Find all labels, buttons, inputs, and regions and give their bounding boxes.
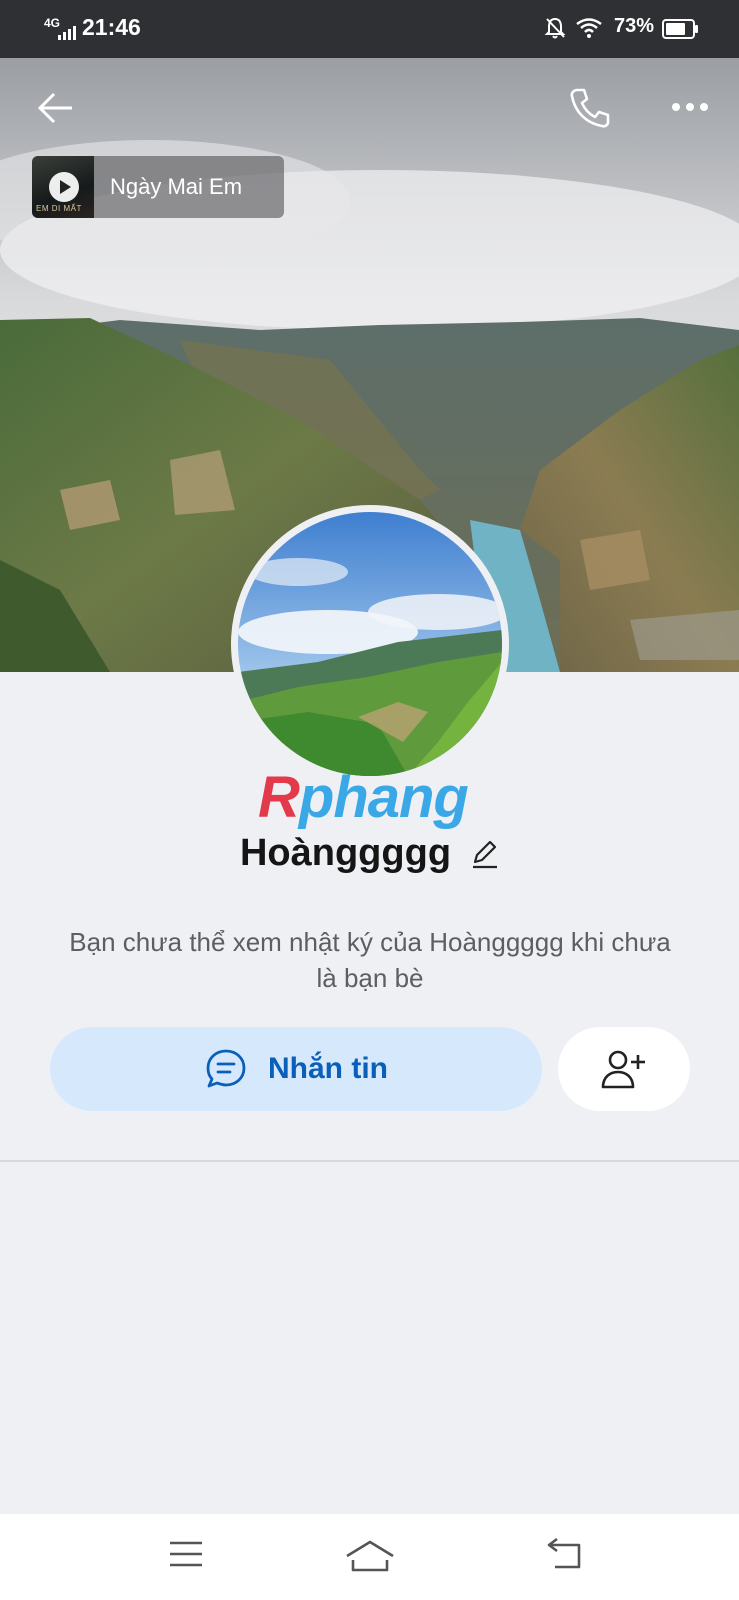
more-button[interactable] [670,94,710,120]
section-divider [0,1160,739,1162]
clock: 21:46 [82,14,141,40]
watermark-logo: Rphang [258,765,469,830]
profile-name-row: Hoànggggg [0,832,739,875]
status-bar: 4G 21:46 73% [0,0,739,58]
profile-name: Hoànggggg [239,832,452,874]
home-icon[interactable] [345,1538,395,1574]
battery-icon [662,19,698,39]
message-button[interactable]: Nhắn tin [50,1027,542,1111]
back-button[interactable] [36,88,76,128]
back-arrow-icon [37,92,72,124]
add-friend-button[interactable] [558,1027,690,1111]
music-cover: EM DI MẤT [32,156,94,218]
more-icon [672,103,708,111]
edit-icon[interactable] [469,838,499,870]
profile-music[interactable]: EM DI MẤT Ngày Mai Em [32,156,284,218]
music-title: Ngày Mai Em [110,174,243,199]
wifi-icon [576,18,602,38]
phone-icon [570,88,610,128]
chat-bubble-icon [206,1049,246,1088]
system-nav-bar [0,1514,739,1600]
bell-muted-icon [544,17,566,39]
signal-icon [58,26,76,40]
battery-percent: 73% [614,15,655,37]
menu-icon[interactable] [168,1538,204,1570]
call-button[interactable] [568,86,612,130]
message-button-label: Nhắn tin [268,1052,388,1085]
avatar[interactable] [231,505,509,783]
play-icon [49,172,79,202]
add-friend-icon [601,1050,645,1089]
return-icon[interactable] [545,1538,583,1572]
music-cover-text: EM DI MẤT [36,204,82,213]
diary-privacy-notice: Bạn chưa thể xem nhật ký của Hoànggggg k… [69,927,671,993]
